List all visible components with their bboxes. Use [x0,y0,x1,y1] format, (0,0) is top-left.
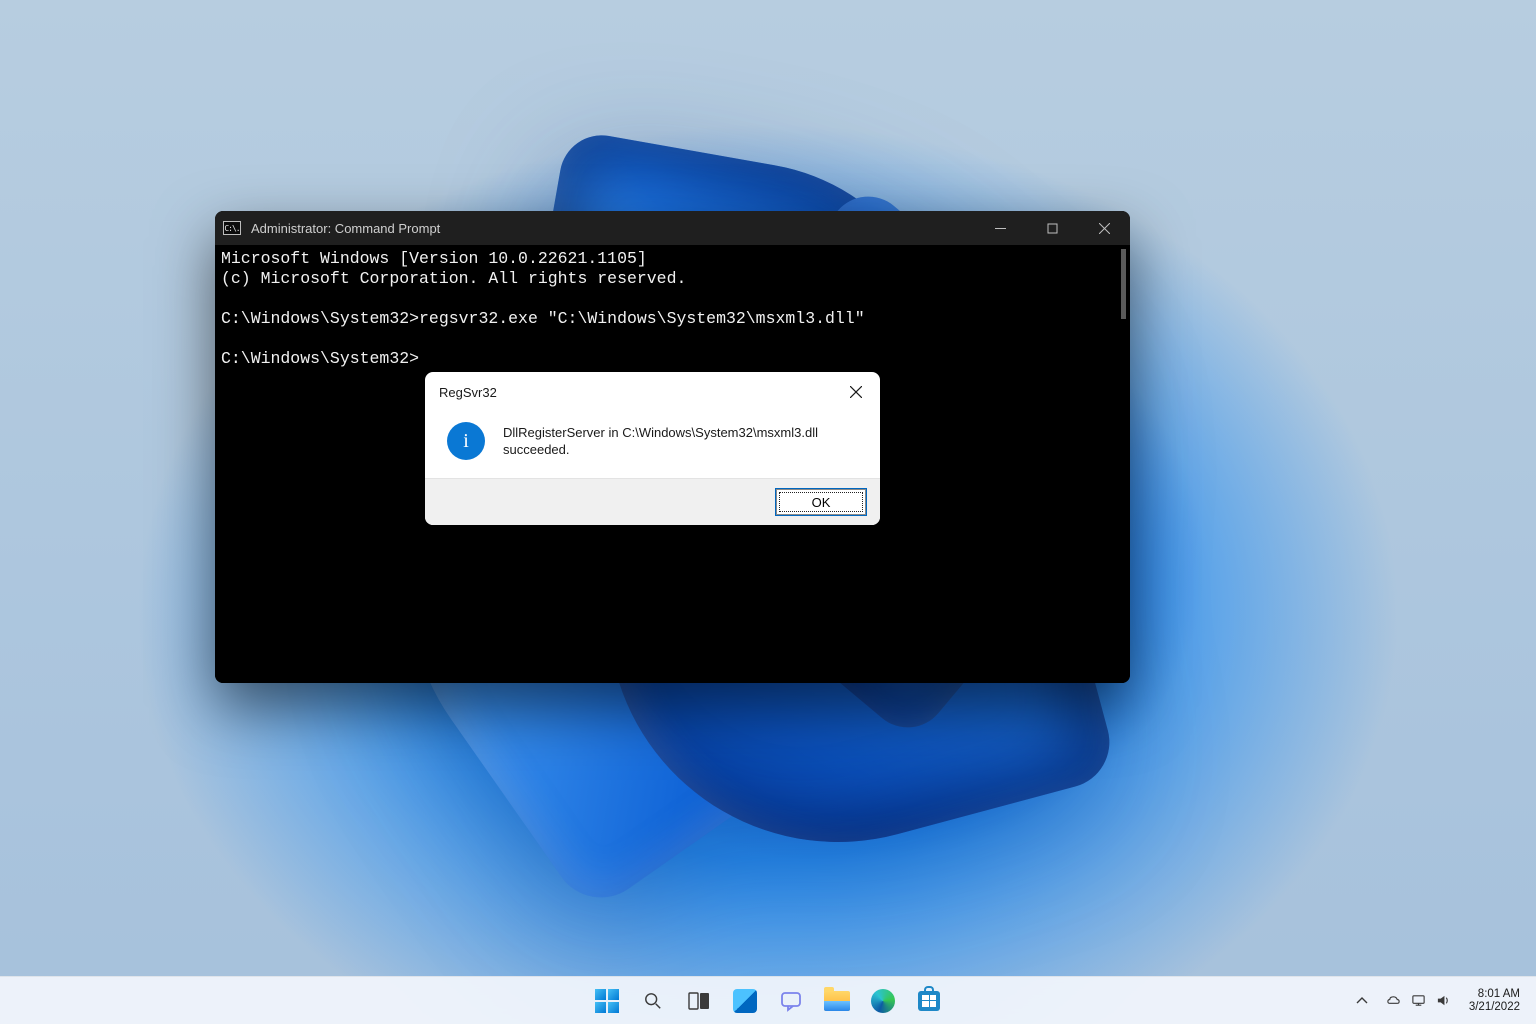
scrollbar-thumb[interactable] [1121,249,1126,319]
taskbar-clock[interactable]: 8:01 AM 3/21/2022 [1461,988,1528,1014]
info-icon: i [447,422,485,460]
store-icon [918,991,940,1011]
maximize-button[interactable] [1026,211,1078,245]
cmd-titlebar[interactable]: C:\. Administrator: Command Prompt [215,211,1130,245]
cmd-window-title: Administrator: Command Prompt [251,221,974,236]
file-explorer-button[interactable] [816,980,858,1022]
task-view-icon [688,992,710,1010]
close-button[interactable] [1078,211,1130,245]
taskbar-time: 8:01 AM [1469,988,1520,1001]
edge-button[interactable] [862,980,904,1022]
dialog-titlebar[interactable]: RegSvr32 [425,372,880,412]
search-button[interactable] [632,980,674,1022]
chevron-up-icon [1356,995,1368,1007]
taskbar-center [586,980,950,1022]
task-view-button[interactable] [678,980,720,1022]
windows-logo-icon [595,989,619,1013]
taskbar[interactable]: 8:01 AM 3/21/2022 [0,976,1536,1024]
cmd-line: Microsoft Windows [Version 10.0.22621.11… [221,249,647,268]
cmd-icon: C:\. [223,221,241,235]
regsvr32-dialog[interactable]: RegSvr32 i DllRegisterServer in C:\Windo… [425,372,880,525]
dialog-message: DllRegisterServer in C:\Windows\System32… [503,420,862,458]
chat-icon [780,990,802,1012]
cmd-line: C:\Windows\System32> [221,349,419,368]
widgets-button[interactable] [724,980,766,1022]
widgets-icon [733,989,757,1013]
onedrive-icon [1386,993,1401,1008]
edge-icon [871,989,895,1013]
cmd-line: (c) Microsoft Corporation. All rights re… [221,269,686,288]
minimize-button[interactable] [974,211,1026,245]
network-icon [1411,993,1426,1008]
ok-button[interactable]: OK [776,489,866,515]
dialog-footer: OK [425,478,880,525]
system-tray[interactable] [1378,993,1459,1008]
chat-button[interactable] [770,980,812,1022]
dialog-close-button[interactable] [834,372,878,412]
taskbar-right: 8:01 AM 3/21/2022 [1348,977,1528,1024]
start-button[interactable] [586,980,628,1022]
show-hidden-icons-button[interactable] [1348,980,1376,1022]
search-icon [644,992,662,1010]
dialog-title: RegSvr32 [439,385,834,400]
cmd-line: C:\Windows\System32>regsvr32.exe "C:\Win… [221,309,865,328]
store-button[interactable] [908,980,950,1022]
taskbar-date: 3/21/2022 [1469,1001,1520,1014]
volume-icon [1436,993,1451,1008]
file-explorer-icon [824,991,850,1011]
